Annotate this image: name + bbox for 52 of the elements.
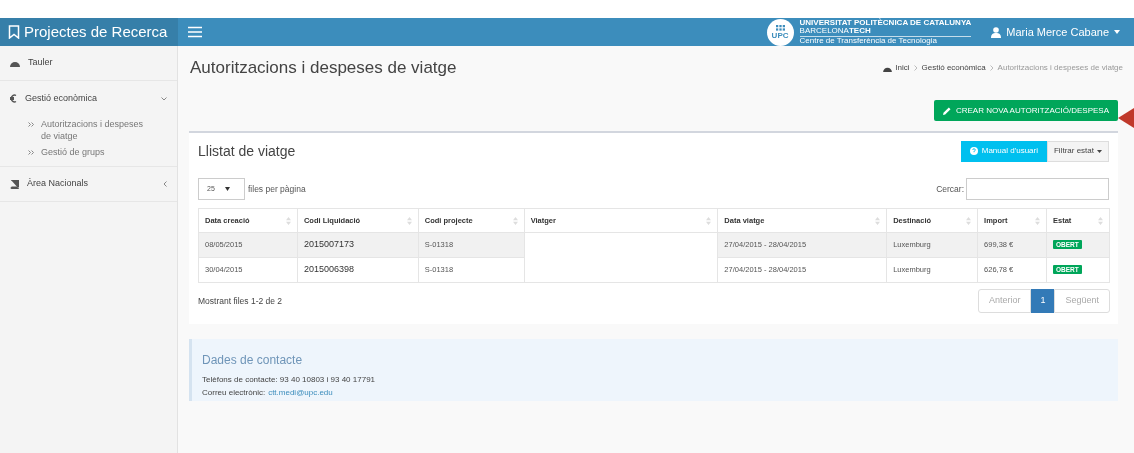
email-label: Correu electrònic: xyxy=(202,387,266,399)
summary-text: Mostrant files 1-2 de 2 xyxy=(198,294,283,308)
separator-icon xyxy=(913,65,918,71)
double-chevron-icon xyxy=(28,122,34,127)
user-icon xyxy=(991,26,1002,38)
logo-text: Centre de Transferència de Tecnologia xyxy=(799,36,938,46)
page-button[interactable]: 1 xyxy=(1031,289,1055,313)
panel-title: Llistat de viatge xyxy=(198,141,296,161)
breadcrumb-link[interactable]: Inici xyxy=(883,62,910,74)
filter-button[interactable]: Filtrar estat xyxy=(1047,140,1109,162)
help-icon xyxy=(969,147,978,155)
separator-icon xyxy=(989,65,994,71)
email-link[interactable]: ctt.medi@upc.edu xyxy=(268,387,333,399)
menu-icon[interactable] xyxy=(188,26,202,38)
bookmark-icon xyxy=(8,25,20,39)
contact-title: Dades de contacte xyxy=(202,352,303,369)
page-size-label: files per pàgina xyxy=(248,182,306,196)
logo-icon xyxy=(775,24,785,31)
sort-icon xyxy=(875,216,881,225)
euro-icon xyxy=(10,94,17,103)
user-menu[interactable]: Maria Merce Cabane xyxy=(991,23,1120,41)
caret-icon xyxy=(1114,30,1120,34)
pencil-icon xyxy=(942,106,951,115)
sort-icon xyxy=(406,216,412,225)
contact-phones: Telèfons de contacte: 93 40 10803 i 93 40 17791 xyxy=(202,374,376,386)
sort-icon xyxy=(285,216,291,225)
sort-icon xyxy=(512,216,518,225)
table-cell: 2015007173 xyxy=(303,239,354,250)
table-cell: 2015006398 xyxy=(303,264,354,275)
sidebar-item[interactable]: Gestió econòmica xyxy=(0,81,177,116)
sort-icon xyxy=(706,216,712,225)
dashboard-icon xyxy=(10,59,20,67)
sort-icon xyxy=(1035,216,1040,225)
sort-icon xyxy=(966,216,972,225)
sidebar-item[interactable]: Àrea Nacionals xyxy=(0,167,177,202)
search-field[interactable] xyxy=(966,178,1109,200)
chevron-left-icon xyxy=(163,181,167,187)
logo-text: BARCELONATECH xyxy=(799,27,972,37)
double-chevron-icon xyxy=(28,150,34,155)
sidebar-item[interactable]: Tauler xyxy=(0,46,177,81)
page-title: Autoritzacions i despeses de viatge xyxy=(190,57,457,80)
logo-text: UPC xyxy=(771,30,789,40)
chevron-down-icon xyxy=(161,96,167,101)
sidebar-subitem[interactable]: Gestió de grups xyxy=(0,144,177,160)
breadcrumb-link[interactable]: Gestió econòmica xyxy=(921,62,986,74)
caret-icon xyxy=(1097,149,1102,153)
logo-text: UNIVERSITAT POLITÈCNICA DE CATALUNYA xyxy=(799,18,972,28)
caret-icon xyxy=(224,187,230,191)
sort-icon xyxy=(1098,216,1103,225)
app-title[interactable]: Projectes de Recerca xyxy=(24,20,168,44)
search-label: Cercar: xyxy=(936,182,964,196)
pointer-arrow-icon xyxy=(1118,108,1134,128)
